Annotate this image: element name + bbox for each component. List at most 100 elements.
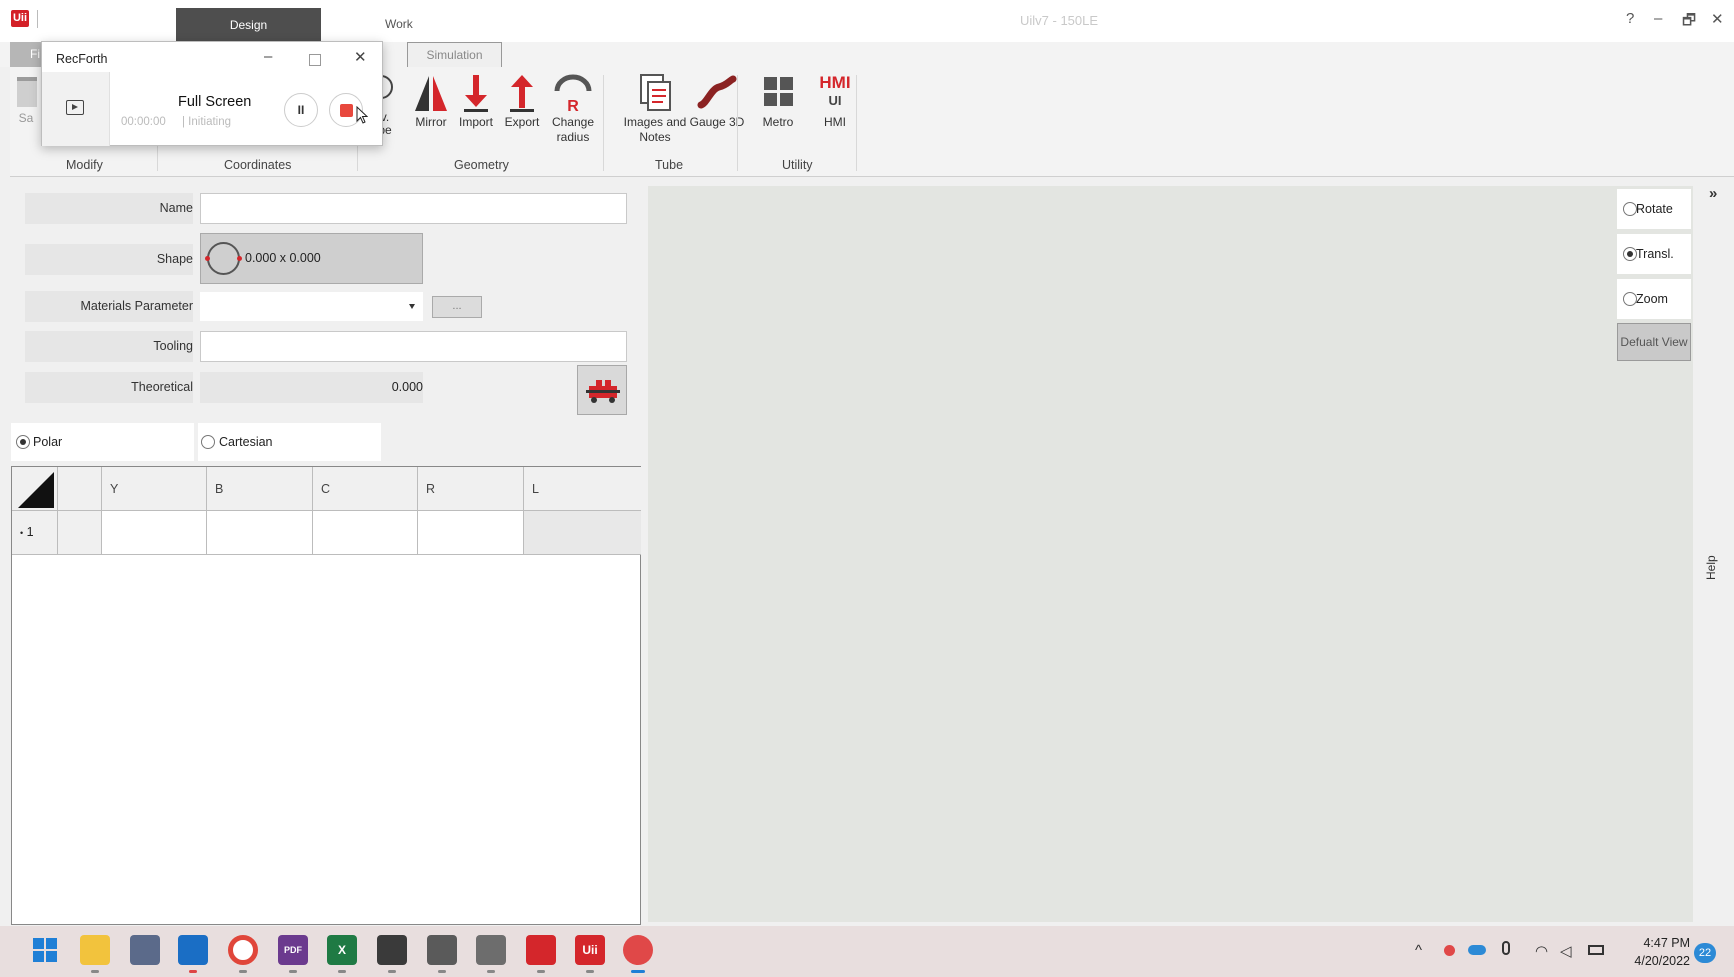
recforth-app-icon[interactable]: [623, 935, 653, 965]
uii-app-icon[interactable]: Uii: [575, 935, 605, 965]
rotate-label: Rotate: [1636, 202, 1673, 216]
recording-library-icon[interactable]: [66, 100, 84, 115]
polar-radio[interactable]: [16, 435, 30, 449]
app-logo[interactable]: Uii: [11, 10, 29, 27]
clock-date[interactable]: 4/20/2022: [1624, 954, 1690, 968]
circle-shape-icon: [207, 242, 240, 275]
machine-icon: [586, 380, 620, 403]
file-explorer-icon[interactable]: [80, 935, 110, 965]
minimize-icon[interactable]: –: [1654, 10, 1662, 27]
import-arrow-icon: [464, 75, 488, 112]
translate-option[interactable]: Transl.: [1617, 234, 1691, 274]
column-header-b[interactable]: B: [207, 467, 313, 511]
materials-browse-button[interactable]: ...: [432, 296, 482, 318]
default-view-button[interactable]: Defualt View: [1617, 323, 1691, 361]
wifi-icon[interactable]: ◠: [1535, 942, 1548, 960]
pdf-app-icon[interactable]: PDF: [278, 935, 308, 965]
export-button[interactable]: Export: [494, 73, 550, 129]
cloud-icon[interactable]: [1468, 945, 1486, 955]
zoom-radio[interactable]: [1623, 292, 1637, 306]
column-header-l[interactable]: L: [524, 467, 641, 511]
outlook-icon[interactable]: [178, 935, 208, 965]
theoretical-value: 0.000: [200, 372, 423, 403]
group-label-geometry: Geometry: [454, 158, 509, 172]
recforth-title: RecForth: [56, 52, 108, 66]
tooling-input[interactable]: [200, 331, 627, 362]
cartesian-radio[interactable]: [201, 435, 215, 449]
excel-icon[interactable]: X: [327, 935, 357, 965]
help-icon[interactable]: ?: [1626, 10, 1634, 27]
volume-icon[interactable]: ◁: [1560, 942, 1572, 960]
tab-work[interactable]: Work: [385, 17, 413, 31]
images-and-notes-button[interactable]: Images and Notes: [614, 73, 696, 145]
shape-dimensions: 0.000 x 0.000: [245, 251, 321, 265]
close-icon[interactable]: ✕: [354, 48, 367, 66]
maximize-icon[interactable]: [309, 54, 321, 66]
expand-panel-icon[interactable]: »: [1709, 185, 1717, 202]
change-radius-icon: R: [554, 74, 592, 113]
zoom-label: Zoom: [1636, 292, 1668, 306]
capture-mode[interactable]: Full Screen: [178, 94, 251, 110]
tab-simulation[interactable]: Simulation: [407, 42, 502, 68]
machine-calculate-button[interactable]: [577, 365, 627, 415]
shape-selector[interactable]: 0.000 x 0.000: [200, 233, 423, 284]
recforth-sidebar: [42, 72, 110, 146]
chrome-icon[interactable]: [228, 935, 258, 965]
grid-icon: [764, 77, 793, 106]
change-radius-button[interactable]: R Change radius: [545, 73, 601, 145]
diagram-app-icon[interactable]: [427, 935, 457, 965]
recording-indicator-icon[interactable]: [1444, 945, 1455, 956]
materials-parameter-dropdown[interactable]: [200, 292, 423, 321]
table-cell-c[interactable]: [313, 511, 418, 555]
recording-status: | Initiating: [182, 116, 232, 128]
table-cell-y[interactable]: [102, 511, 207, 555]
microphone-icon[interactable]: [1502, 941, 1510, 955]
rotate-option[interactable]: Rotate: [1617, 189, 1691, 229]
cad-app-icon[interactable]: [476, 935, 506, 965]
mirror-icon: [415, 76, 447, 111]
row-header[interactable]: • 1: [12, 511, 58, 555]
save-button[interactable]: Sa: [14, 73, 38, 125]
pause-button[interactable]: II: [284, 93, 318, 127]
robot-app-icon[interactable]: [526, 935, 556, 965]
notification-badge[interactable]: 22: [1694, 943, 1716, 963]
cursor-icon: [356, 106, 368, 124]
group-label-tube: Tube: [655, 158, 684, 172]
pen-app-icon[interactable]: [377, 935, 407, 965]
title-bar: Uii Design Work Uilv7 - 150LE ? – 🗗 ✕: [0, 0, 1734, 42]
table-cell-l[interactable]: [524, 511, 641, 555]
column-header-y[interactable]: Y: [102, 467, 207, 511]
table-cell-r[interactable]: [418, 511, 524, 555]
save-icon: [17, 77, 37, 107]
table-cell[interactable]: [58, 511, 102, 555]
column-header-r[interactable]: R: [418, 467, 524, 511]
gauge-icon: [697, 75, 737, 109]
coordinates-table: Y B C R L • 1: [11, 466, 641, 925]
table-cell-b[interactable]: [207, 511, 313, 555]
clock-time[interactable]: 4:47 PM: [1634, 936, 1690, 950]
close-icon[interactable]: ✕: [1711, 10, 1724, 28]
rotate-radio[interactable]: [1623, 202, 1637, 216]
zoom-option[interactable]: Zoom: [1617, 279, 1691, 319]
battery-icon[interactable]: [1588, 945, 1604, 955]
minimize-icon[interactable]: –: [264, 48, 272, 65]
show-hidden-icons-icon[interactable]: ^: [1415, 942, 1422, 959]
polar-option[interactable]: Polar: [11, 423, 194, 461]
metro-button[interactable]: Metro: [750, 73, 806, 129]
translate-radio[interactable]: [1623, 247, 1637, 261]
group-label-modify: Modify: [66, 158, 103, 172]
3d-viewport[interactable]: [648, 186, 1693, 922]
hmi-button[interactable]: HMI UI HMI: [807, 73, 863, 129]
column-header-blank[interactable]: [58, 467, 102, 511]
cartesian-option[interactable]: Cartesian: [198, 423, 381, 461]
group-label-utility: Utility: [782, 158, 813, 172]
calculator-icon[interactable]: [130, 935, 160, 965]
column-header-c[interactable]: C: [313, 467, 418, 511]
select-all-corner[interactable]: [12, 467, 58, 511]
tab-design[interactable]: Design: [176, 8, 321, 41]
restore-icon[interactable]: 🗗: [1682, 10, 1696, 35]
help-tab[interactable]: Help: [1704, 555, 1718, 580]
start-button[interactable]: [30, 935, 60, 965]
name-input[interactable]: [200, 193, 627, 224]
svg-text:R: R: [567, 98, 579, 113]
